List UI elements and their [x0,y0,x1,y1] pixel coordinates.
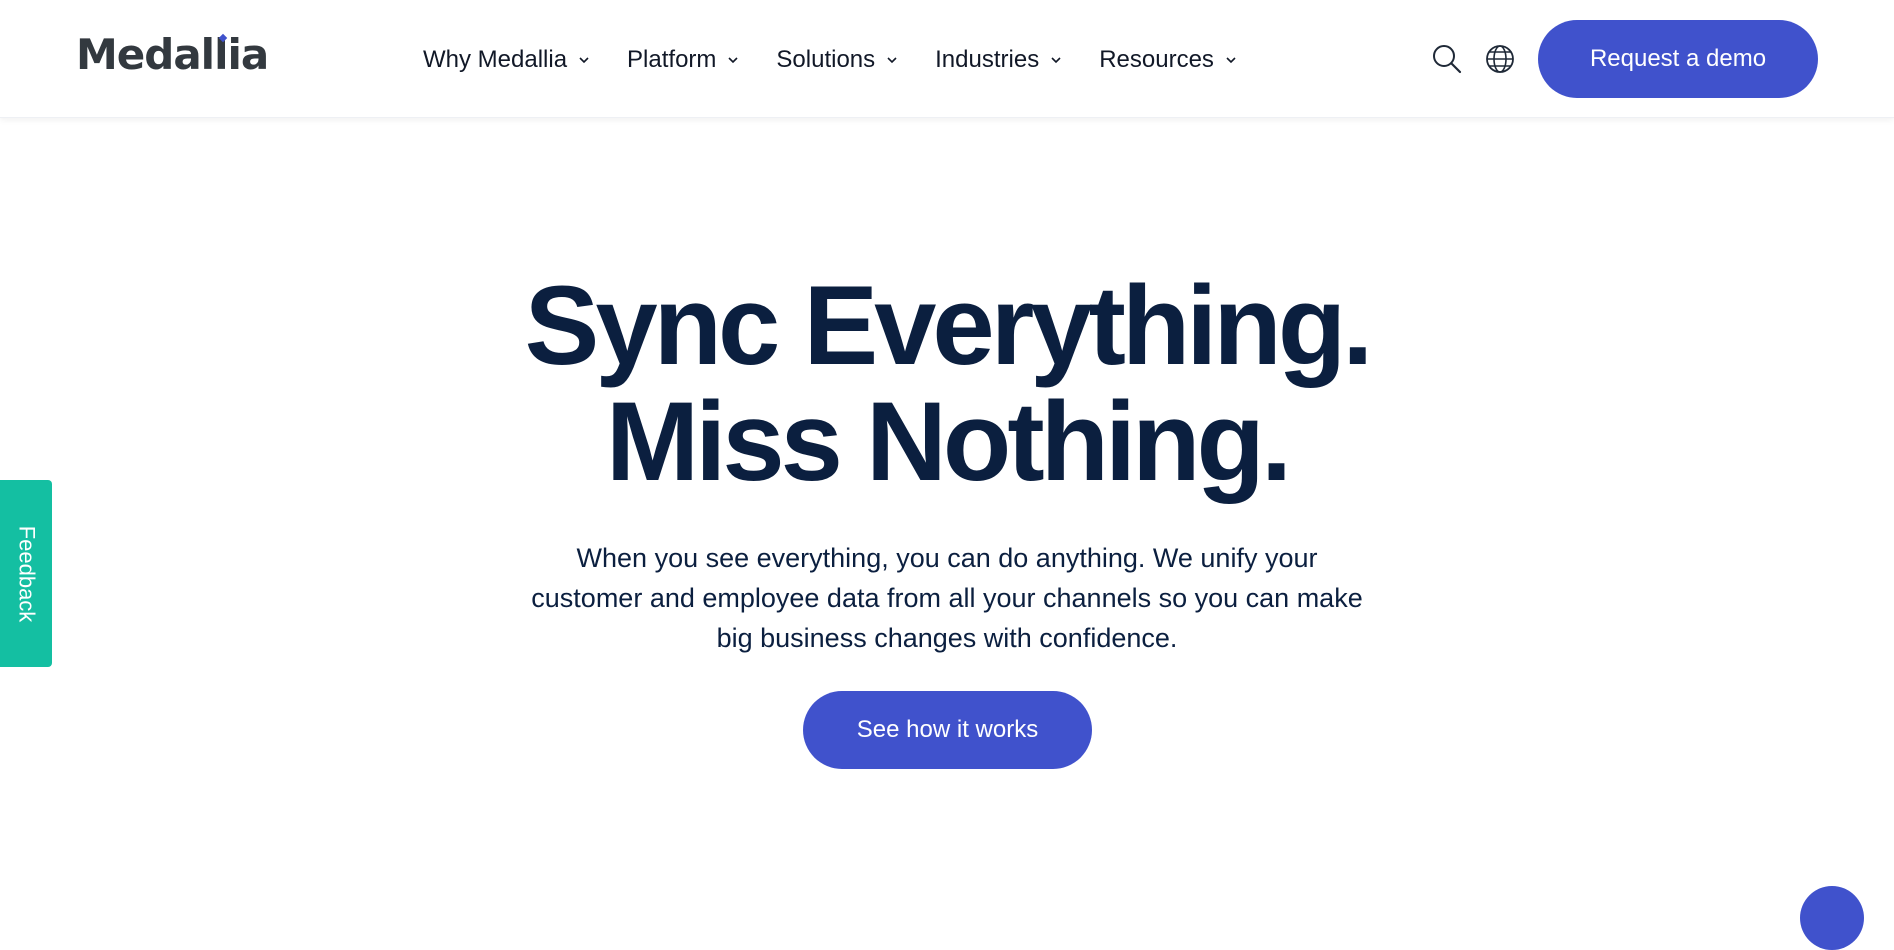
medallia-logo[interactable]: Medallia [76,28,269,80]
feedback-tab[interactable]: Feedback [0,480,52,667]
nav-item-label: Industries [935,46,1040,73]
hero-subtitle: When you see everything, you can do anyt… [531,543,1363,653]
nav-item-label: Solutions [776,46,876,73]
search-button[interactable] [1429,41,1465,77]
chevron-down-icon [1226,57,1236,64]
chat-launcher-button[interactable] [1800,886,1864,950]
feedback-label: Feedback [14,525,39,622]
nav-item-industries[interactable]: Industries [935,46,1063,74]
nav-item-solutions[interactable]: Solutions [776,46,899,74]
chevron-down-icon [579,57,589,64]
chevron-down-icon [887,57,897,64]
chevron-down-icon [728,57,738,64]
language-button[interactable] [1482,41,1518,77]
nav-item-label: Platform [627,46,717,73]
nav-item-label: Why Medallia [423,46,568,73]
globe-icon [1486,45,1514,73]
nav-item-label: Resources [1099,46,1214,73]
nav-item-resources[interactable]: Resources [1099,46,1238,74]
hero-title: Sync Everything. Miss Nothing. [0,268,1894,500]
hero-title-line-1: Sync Everything. [524,263,1374,388]
site-header: Medallia Why Medallia Platform Solutions… [0,0,1894,118]
search-icon [1433,45,1462,74]
main-nav: Why Medallia Platform Solutions Industri… [423,40,1238,80]
hero-title-line-2: Miss Nothing. [605,379,1292,504]
chevron-down-icon [1051,57,1061,64]
see-how-it-works-button[interactable]: See how it works [803,691,1092,769]
nav-item-platform[interactable]: Platform [627,46,740,74]
nav-item-why-medallia[interactable]: Why Medallia [423,46,591,74]
logo-text: Medallia [76,29,269,79]
request-demo-button[interactable]: Request a demo [1538,20,1818,98]
